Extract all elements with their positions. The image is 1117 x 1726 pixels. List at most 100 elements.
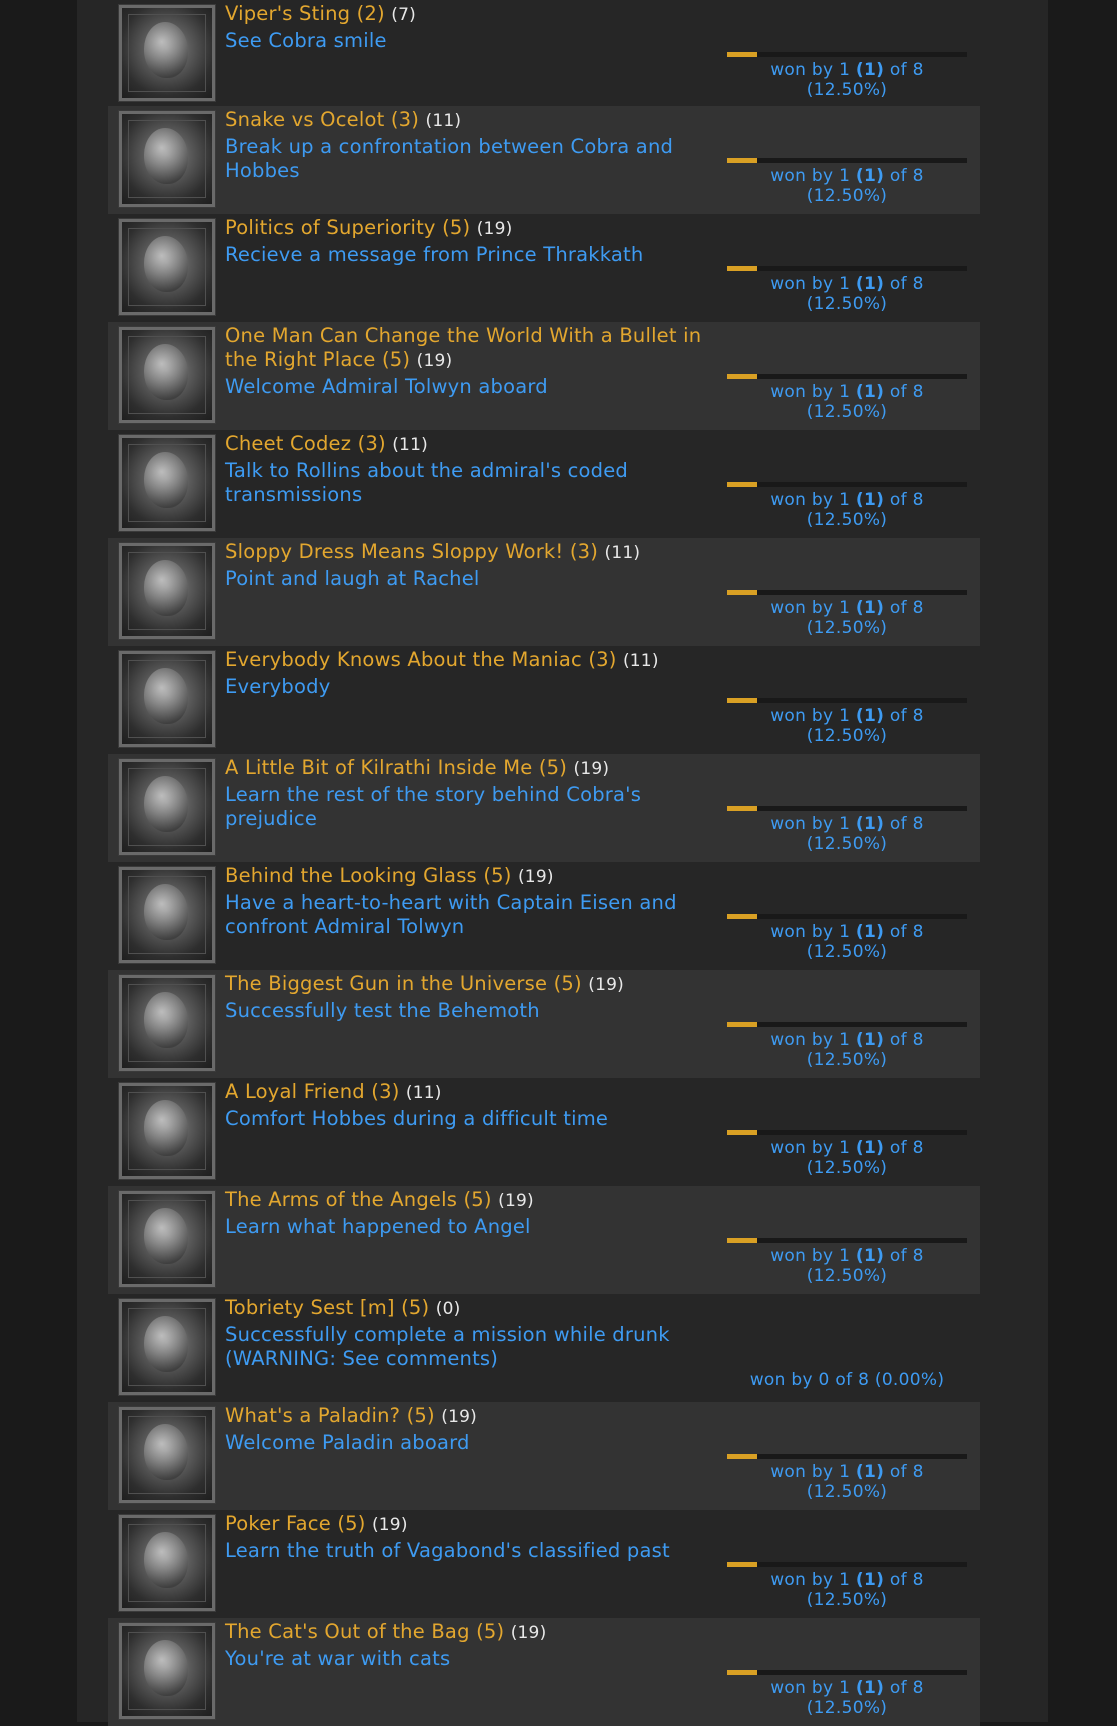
- achievement-title[interactable]: The Biggest Gun in the Universe: [225, 972, 547, 995]
- achievement-icon[interactable]: [118, 1514, 216, 1612]
- achievement-icon[interactable]: [118, 974, 216, 1072]
- achievement-title[interactable]: Behind the Looking Glass: [225, 864, 477, 887]
- achievement-icon[interactable]: [118, 218, 216, 316]
- achievement-count: (19): [573, 759, 610, 779]
- achievement-description[interactable]: Successfully complete a mission while dr…: [225, 1323, 725, 1371]
- achievement-count: (11): [622, 651, 659, 671]
- won-by-text[interactable]: won by 1 (1) of 8 (12.50%): [727, 382, 967, 422]
- achievement-description[interactable]: Learn the rest of the story behind Cobra…: [225, 783, 725, 831]
- won-by-text[interactable]: won by 1 (1) of 8 (12.50%): [727, 166, 967, 206]
- progress-bar: [727, 806, 967, 811]
- won-by-text[interactable]: won by 1 (1) of 8 (12.50%): [727, 1138, 967, 1178]
- won-by-text[interactable]: won by 1 (1) of 8 (12.50%): [727, 1462, 967, 1502]
- won-by-text[interactable]: won by 1 (1) of 8 (12.50%): [727, 1570, 967, 1610]
- achievement-description[interactable]: Comfort Hobbes during a difficult time: [225, 1107, 725, 1131]
- won-by-text[interactable]: won by 1 (1) of 8 (12.50%): [727, 814, 967, 854]
- achievement-row: The Biggest Gun in the Universe (5) (19)…: [108, 970, 980, 1078]
- won-by-text[interactable]: won by 1 (1) of 8 (12.50%): [727, 1246, 967, 1286]
- won-by-count: 1: [839, 1030, 851, 1050]
- achievement-description[interactable]: Talk to Rollins about the admiral's code…: [225, 459, 725, 507]
- achievement-text: Snake vs Ocelot (3) (11) Break up a confr…: [225, 108, 725, 183]
- achievement-row: One Man Can Change the World With a Bull…: [108, 322, 980, 430]
- achievement-text: Poker Face (5) (19) Learn the truth of Va…: [225, 1512, 725, 1563]
- won-by-bold-count: (1): [855, 490, 885, 510]
- achievement-text: A Little Bit of Kilrathi Inside Me (5) (…: [225, 756, 725, 831]
- won-by-text[interactable]: won by 1 (1) of 8 (12.50%): [727, 1678, 967, 1718]
- achievement-title[interactable]: Politics of Superiority: [225, 216, 436, 239]
- achievement-title[interactable]: A Loyal Friend: [225, 1080, 365, 1103]
- progress-bar: [727, 698, 967, 703]
- achievement-points: (5): [553, 972, 582, 995]
- won-by-total: 8: [912, 922, 924, 942]
- won-by-percent: (12.50%): [806, 942, 888, 962]
- won-by-count: 1: [839, 166, 851, 186]
- achievement-icon[interactable]: [118, 4, 216, 102]
- won-by-text[interactable]: won by 1 (1) of 8 (12.50%): [727, 598, 967, 638]
- won-by-text[interactable]: won by 1 (1) of 8 (12.50%): [727, 706, 967, 746]
- won-by-label: won by: [770, 598, 834, 618]
- achievement-title[interactable]: Viper's Sting: [225, 2, 350, 25]
- achievement-description[interactable]: See Cobra smile: [225, 29, 725, 53]
- won-by-count: 1: [839, 1570, 851, 1590]
- won-by-count: 1: [839, 1138, 851, 1158]
- achievement-icon[interactable]: [118, 866, 216, 964]
- achievement-description[interactable]: Learn what happened to Angel: [225, 1215, 725, 1239]
- won-by-text[interactable]: won by 1 (1) of 8 (12.50%): [727, 60, 967, 100]
- achievement-text: A Loyal Friend (3) (11) Comfort Hobbes du…: [225, 1080, 725, 1131]
- achievement-icon[interactable]: [118, 1622, 216, 1720]
- achievement-title[interactable]: The Arms of the Angels: [225, 1188, 457, 1211]
- achievement-title[interactable]: Tobriety Sest [m]: [225, 1296, 395, 1319]
- achievement-icon[interactable]: [118, 1298, 216, 1396]
- achievement-icon[interactable]: [118, 1082, 216, 1180]
- won-by-total: 8: [912, 1138, 924, 1158]
- progress-bar-fill: [727, 698, 757, 703]
- achievement-points: (5): [382, 348, 411, 371]
- won-by-total: 8: [912, 166, 924, 186]
- achievement-description[interactable]: Break up a confrontation between Cobra a…: [225, 135, 725, 183]
- achievement-title[interactable]: One Man Can Change the World With a Bull…: [225, 324, 701, 371]
- achievement-description[interactable]: Recieve a message from Prince Thrakkath: [225, 243, 725, 267]
- achievement-text: One Man Can Change the World With a Bull…: [225, 324, 725, 399]
- achievement-title[interactable]: A Little Bit of Kilrathi Inside Me: [225, 756, 532, 779]
- won-by-text[interactable]: won by 1 (1) of 8 (12.50%): [727, 274, 967, 314]
- of-label: of: [889, 1030, 907, 1050]
- achievement-icon[interactable]: [118, 326, 216, 424]
- achievement-description[interactable]: Welcome Paladin aboard: [225, 1431, 725, 1455]
- achievement-row: Tobriety Sest [m] (5) (0) Successfully co…: [108, 1294, 980, 1402]
- progress-bar: [727, 158, 967, 163]
- achievement-icon[interactable]: [118, 110, 216, 208]
- won-by-bold-count: (1): [855, 1246, 885, 1266]
- won-by-text[interactable]: won by 1 (1) of 8 (12.50%): [727, 922, 967, 962]
- achievement-text: Politics of Superiority (5) (19) Recieve …: [225, 216, 725, 267]
- of-label: of: [889, 60, 907, 80]
- achievement-title[interactable]: Snake vs Ocelot: [225, 108, 384, 131]
- achievement-icon[interactable]: [118, 542, 216, 640]
- achievement-description[interactable]: You're at war with cats: [225, 1647, 725, 1671]
- won-by-count: 1: [839, 490, 851, 510]
- achievement-title[interactable]: Everybody Knows About the Maniac: [225, 648, 582, 671]
- achievement-title[interactable]: Cheet Codez: [225, 432, 351, 455]
- achievement-icon[interactable]: [118, 758, 216, 856]
- portrait-image: [144, 452, 188, 508]
- achievement-icon[interactable]: [118, 1406, 216, 1504]
- achievement-description[interactable]: Have a heart-to-heart with Captain Eisen…: [225, 891, 725, 939]
- achievement-description[interactable]: Learn the truth of Vagabond's classified…: [225, 1539, 725, 1563]
- achievement-icon[interactable]: [118, 1190, 216, 1288]
- won-by-label: won by: [770, 1030, 834, 1050]
- achievement-description[interactable]: Point and laugh at Rachel: [225, 567, 725, 591]
- achievement-points: (3): [357, 432, 386, 455]
- achievement-title[interactable]: Poker Face: [225, 1512, 331, 1535]
- achievement-title[interactable]: What's a Paladin?: [225, 1404, 400, 1427]
- won-by-text[interactable]: won by 0 of 8 (0.00%): [727, 1370, 967, 1390]
- achievement-title[interactable]: The Cat's Out of the Bag: [225, 1620, 470, 1643]
- achievement-icon[interactable]: [118, 434, 216, 532]
- achievement-description[interactable]: Successfully test the Behemoth: [225, 999, 725, 1023]
- achievement-title[interactable]: Sloppy Dress Means Sloppy Work!: [225, 540, 563, 563]
- won-by-text[interactable]: won by 1 (1) of 8 (12.50%): [727, 490, 967, 530]
- achievement-description[interactable]: Everybody: [225, 675, 725, 699]
- progress-bar-fill: [727, 374, 757, 379]
- achievement-icon[interactable]: [118, 650, 216, 748]
- achievement-description[interactable]: Welcome Admiral Tolwyn aboard: [225, 375, 725, 399]
- won-by-text[interactable]: won by 1 (1) of 8 (12.50%): [727, 1030, 967, 1070]
- won-by-bold-count: (1): [855, 60, 885, 80]
